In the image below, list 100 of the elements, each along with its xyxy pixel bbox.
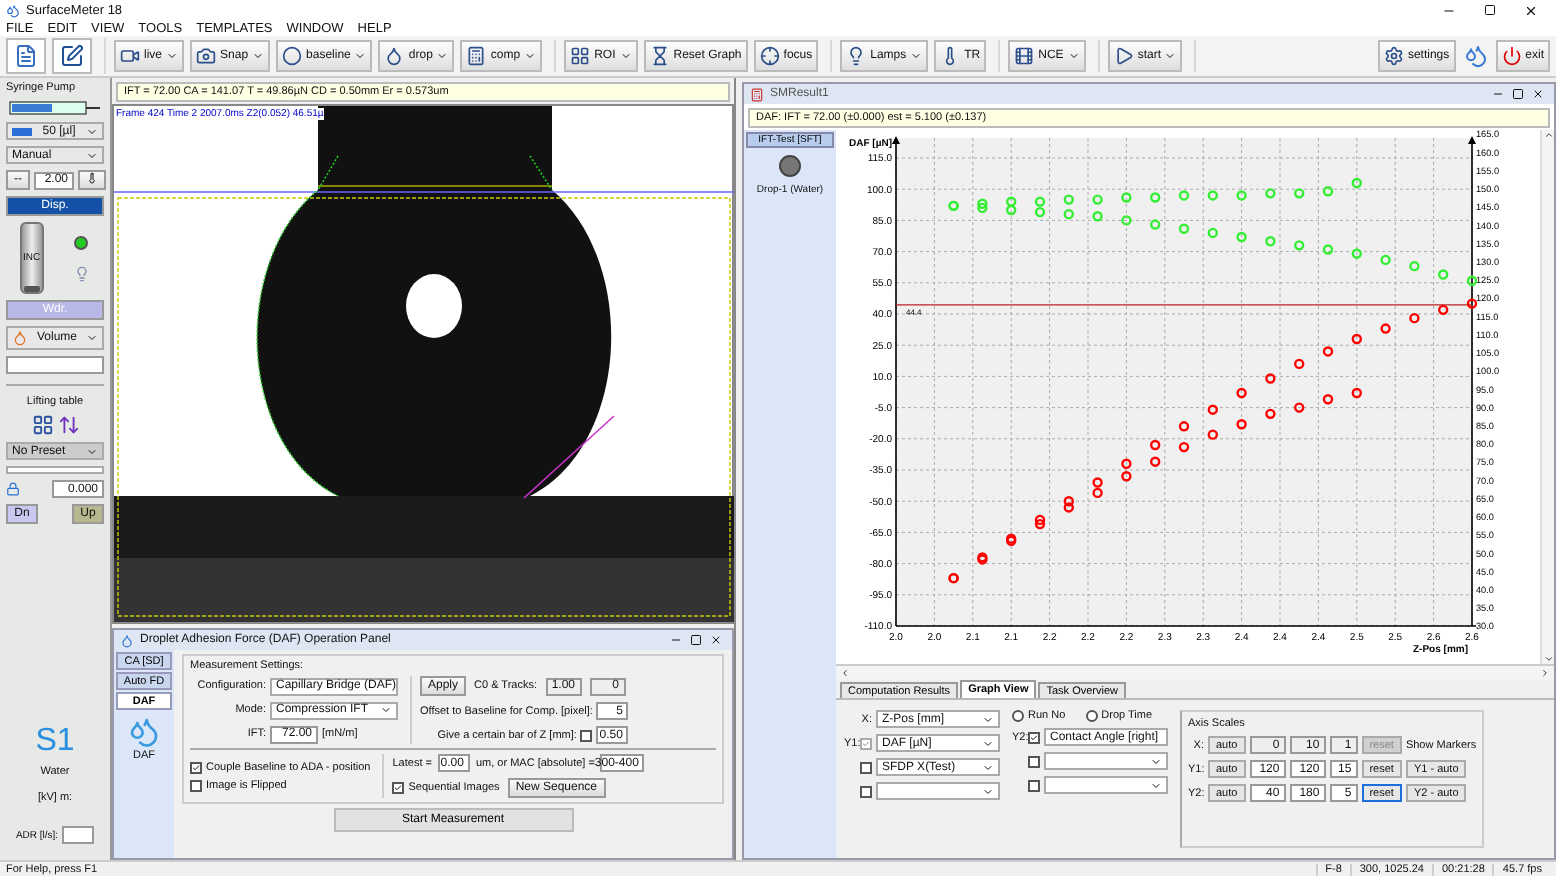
data-point: [1207, 404, 1218, 415]
lightbulb-icon: [846, 46, 867, 66]
caret-icon: [166, 50, 179, 62]
calculator-icon: [466, 46, 487, 66]
caret-icon: [619, 50, 632, 62]
power-icon: [1501, 46, 1522, 66]
data-point: [1351, 333, 1362, 345]
data-point: [1150, 439, 1161, 451]
data-point: [1265, 236, 1276, 247]
data-point: [1322, 346, 1334, 357]
vertical-scrollbar[interactable]: [1540, 130, 1554, 664]
scroll-up-icon[interactable]: [1543, 130, 1553, 140]
tool-button[interactable]: [78, 170, 106, 190]
data-point: [1150, 192, 1161, 203]
crosshair-icon: [759, 46, 780, 66]
data-point: [1265, 373, 1276, 384]
data-point: [1150, 456, 1161, 467]
checkbox[interactable]: [1028, 755, 1040, 767]
caret-icon: [252, 50, 265, 62]
data-point: [1121, 192, 1132, 203]
data-point: [1351, 248, 1362, 259]
data-point: [1092, 211, 1103, 222]
checkbox[interactable]: [1028, 779, 1040, 791]
data-point: [1207, 429, 1218, 440]
data-point: [1351, 177, 1362, 189]
data-point: [1178, 223, 1190, 234]
maximize-icon[interactable]: [1512, 88, 1524, 100]
checkbox[interactable]: [860, 737, 872, 749]
video-camera-icon: [120, 46, 140, 66]
maximize-icon[interactable]: [690, 634, 702, 646]
sample-name: S1: [35, 724, 75, 760]
data-point: [1294, 402, 1305, 413]
lightbulb-icon: [74, 265, 91, 281]
maximize-icon[interactable]: [1484, 3, 1496, 15]
app-icon: [6, 3, 20, 17]
minimize-icon[interactable]: [1492, 88, 1504, 100]
data-point: [1466, 298, 1478, 309]
drop-icon: [778, 154, 802, 178]
data-point: [1178, 421, 1190, 432]
data-point: [1063, 194, 1074, 205]
radio-button[interactable]: [1085, 710, 1098, 722]
volume-field[interactable]: [6, 356, 104, 374]
scroll-left-icon[interactable]: [840, 668, 850, 678]
data-point: [1178, 441, 1190, 453]
droplets-icon[interactable]: [1463, 44, 1488, 68]
data-point: [1121, 215, 1132, 226]
settings-icon: [1383, 46, 1404, 66]
caret-icon: [354, 50, 367, 62]
radio-button[interactable]: [1012, 710, 1024, 722]
close-icon[interactable]: [1532, 88, 1544, 100]
adr-field[interactable]: [62, 826, 95, 844]
checkbox[interactable]: [392, 782, 405, 794]
hourglass-icon: [649, 46, 670, 66]
droplet-icon: [12, 330, 28, 346]
plunger-handle[interactable]: [23, 286, 40, 292]
close-icon[interactable]: [1524, 3, 1538, 17]
checkbox[interactable]: [860, 761, 872, 773]
ellipse-icon: [282, 46, 303, 66]
data-point: [1466, 275, 1478, 286]
document-button[interactable]: [6, 38, 46, 74]
data-point: [1322, 244, 1334, 255]
edit-button[interactable]: [52, 38, 92, 74]
caret-icon: [86, 445, 98, 457]
data-point: [1265, 188, 1276, 199]
scroll-down-icon[interactable]: [1543, 654, 1553, 664]
checkbox[interactable]: [190, 761, 202, 773]
film-icon: [1014, 46, 1035, 66]
checkbox[interactable]: [860, 785, 872, 797]
data-point: [1380, 254, 1391, 266]
data-point: [1207, 190, 1218, 201]
droplet-dispenser-icon: [128, 716, 160, 748]
thermometer-icon: [86, 172, 98, 184]
data-point: [1294, 358, 1305, 370]
caret-icon: [910, 50, 923, 62]
checkbox[interactable]: [190, 779, 202, 791]
droplet-icon: [384, 46, 405, 66]
syringe-icon: [6, 100, 102, 116]
caret-icon: [524, 50, 537, 62]
horizontal-scrollbar[interactable]: [836, 666, 1554, 680]
data-point: [1294, 240, 1305, 251]
minimize-icon[interactable]: [670, 634, 682, 646]
caret-icon: [1164, 50, 1177, 62]
data-point: [1409, 260, 1420, 272]
caret-icon: [380, 704, 392, 716]
checkbox[interactable]: [1028, 731, 1040, 743]
document-icon: [14, 44, 38, 68]
close-icon[interactable]: [710, 634, 722, 646]
data-point: [1265, 408, 1276, 420]
camera-icon: [196, 46, 217, 66]
data-point: [1322, 394, 1334, 405]
checkbox[interactable]: [580, 729, 593, 741]
data-point: [1438, 269, 1449, 280]
data-point: [1322, 186, 1334, 197]
caret-icon: [436, 50, 449, 62]
lock-icon[interactable]: [6, 482, 20, 496]
caret-icon: [1067, 50, 1080, 62]
data-point: [1150, 219, 1161, 230]
scroll-right-icon[interactable]: [1540, 668, 1550, 678]
play-icon: [1113, 46, 1134, 66]
data-point: [1438, 304, 1449, 316]
